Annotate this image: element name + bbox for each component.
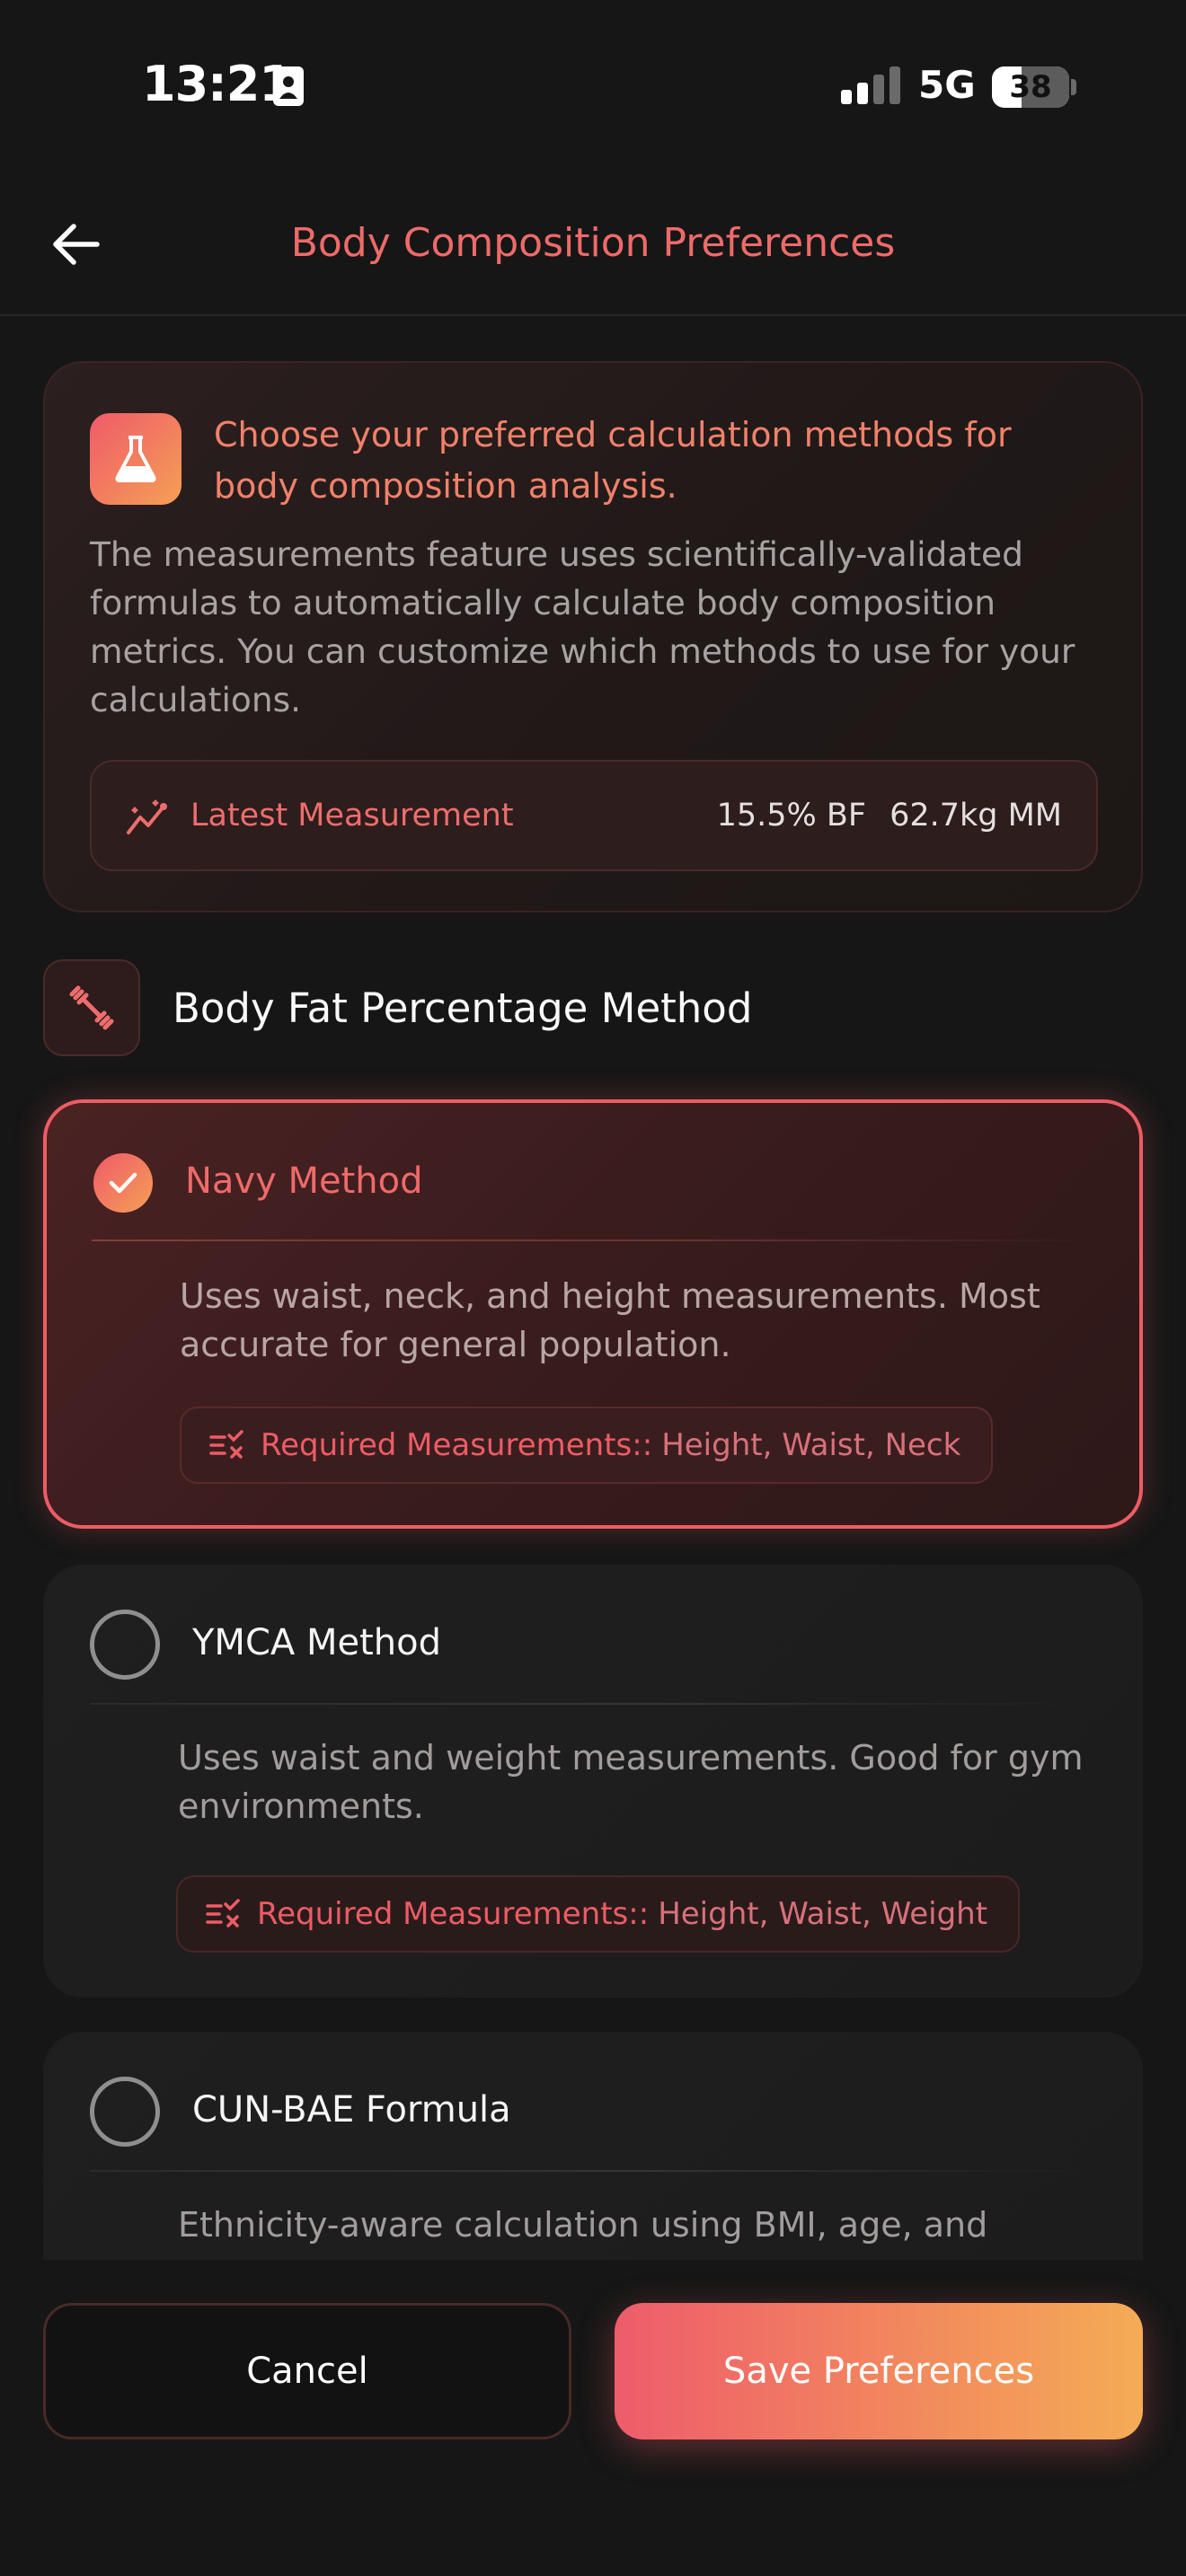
id-card-icon	[273, 66, 304, 106]
page-title: Body Composition Preferences	[290, 219, 896, 266]
info-card: Choose your preferred calculation method…	[43, 361, 1143, 913]
network-type: 5G	[918, 63, 976, 107]
required-values: Height, Waist, Neck	[661, 1427, 961, 1463]
bottom-action-bar: Cancel Save Preferences	[0, 2260, 1186, 2576]
save-preferences-button[interactable]: Save Preferences	[615, 2303, 1143, 2439]
required-label: Required Measurements::	[257, 1896, 650, 1932]
latest-measurement[interactable]: Latest Measurement 15.5% BF 62.7kg MM	[90, 760, 1098, 871]
method-name: YMCA Method	[192, 1622, 441, 1663]
method-description: Uses waist, neck, and height measurement…	[180, 1276, 1040, 1364]
method-description: Ethnicity-aware calculation using BMI, a…	[178, 2205, 988, 2245]
divider	[90, 2170, 1096, 2172]
info-headline: Choose your preferred calculation method…	[214, 415, 1012, 506]
latest-measurement-values: 15.5% BF 62.7kg MM	[717, 762, 1062, 869]
battery-nub	[1071, 79, 1076, 95]
battery-icon: 38	[992, 66, 1069, 108]
method-card-navy[interactable]: Navy Method Uses waist, neck, and height…	[43, 1099, 1143, 1529]
method-name: CUN-BAE Formula	[192, 2089, 511, 2130]
back-button[interactable]	[40, 208, 111, 280]
flask-badge	[90, 413, 181, 505]
divider	[92, 1239, 1094, 1241]
status-bar: 13:21 5G 38	[0, 0, 1186, 171]
radio-checked[interactable]	[93, 1153, 153, 1213]
dumbbell-icon	[69, 985, 114, 1030]
required-measurements-chip: Required Measurements:: Height, Waist, W…	[176, 1875, 1021, 1953]
header: Body Composition Preferences	[0, 171, 1186, 316]
checkmark-icon	[109, 1172, 137, 1194]
radio-unchecked[interactable]	[90, 2077, 160, 2147]
trend-chart-icon	[127, 799, 167, 834]
required-values: Height, Waist, Weight	[658, 1896, 988, 1932]
muscle-mass-value: 62.7kg MM	[890, 798, 1062, 834]
method-description: Uses waist and weight measurements. Good…	[178, 1738, 1084, 1826]
section-title: Body Fat Percentage Method	[173, 984, 753, 1032]
required-label: Required Measurements::	[261, 1427, 653, 1463]
flask-icon	[115, 436, 156, 482]
required-measurements-chip: Required Measurements:: Height, Waist, N…	[180, 1407, 994, 1484]
cancel-button[interactable]: Cancel	[43, 2303, 571, 2439]
list-check-icon	[206, 1899, 240, 1928]
info-body: The measurements feature uses scientific…	[90, 534, 1075, 719]
divider	[90, 1703, 1096, 1705]
body-fat-value: 15.5% BF	[716, 798, 867, 834]
latest-measurement-label: Latest Measurement	[190, 798, 514, 834]
method-name: Navy Method	[185, 1160, 423, 1202]
list-check-icon	[209, 1430, 243, 1459]
arrow-left-icon	[53, 224, 100, 265]
method-card-ymca[interactable]: YMCA Method Uses waist and weight measur…	[43, 1565, 1143, 1998]
signal-icon	[841, 66, 900, 104]
section-icon	[43, 959, 140, 1056]
battery-level: 38	[1009, 69, 1052, 105]
radio-unchecked[interactable]	[90, 1610, 160, 1680]
status-time: 13:21	[142, 56, 293, 112]
